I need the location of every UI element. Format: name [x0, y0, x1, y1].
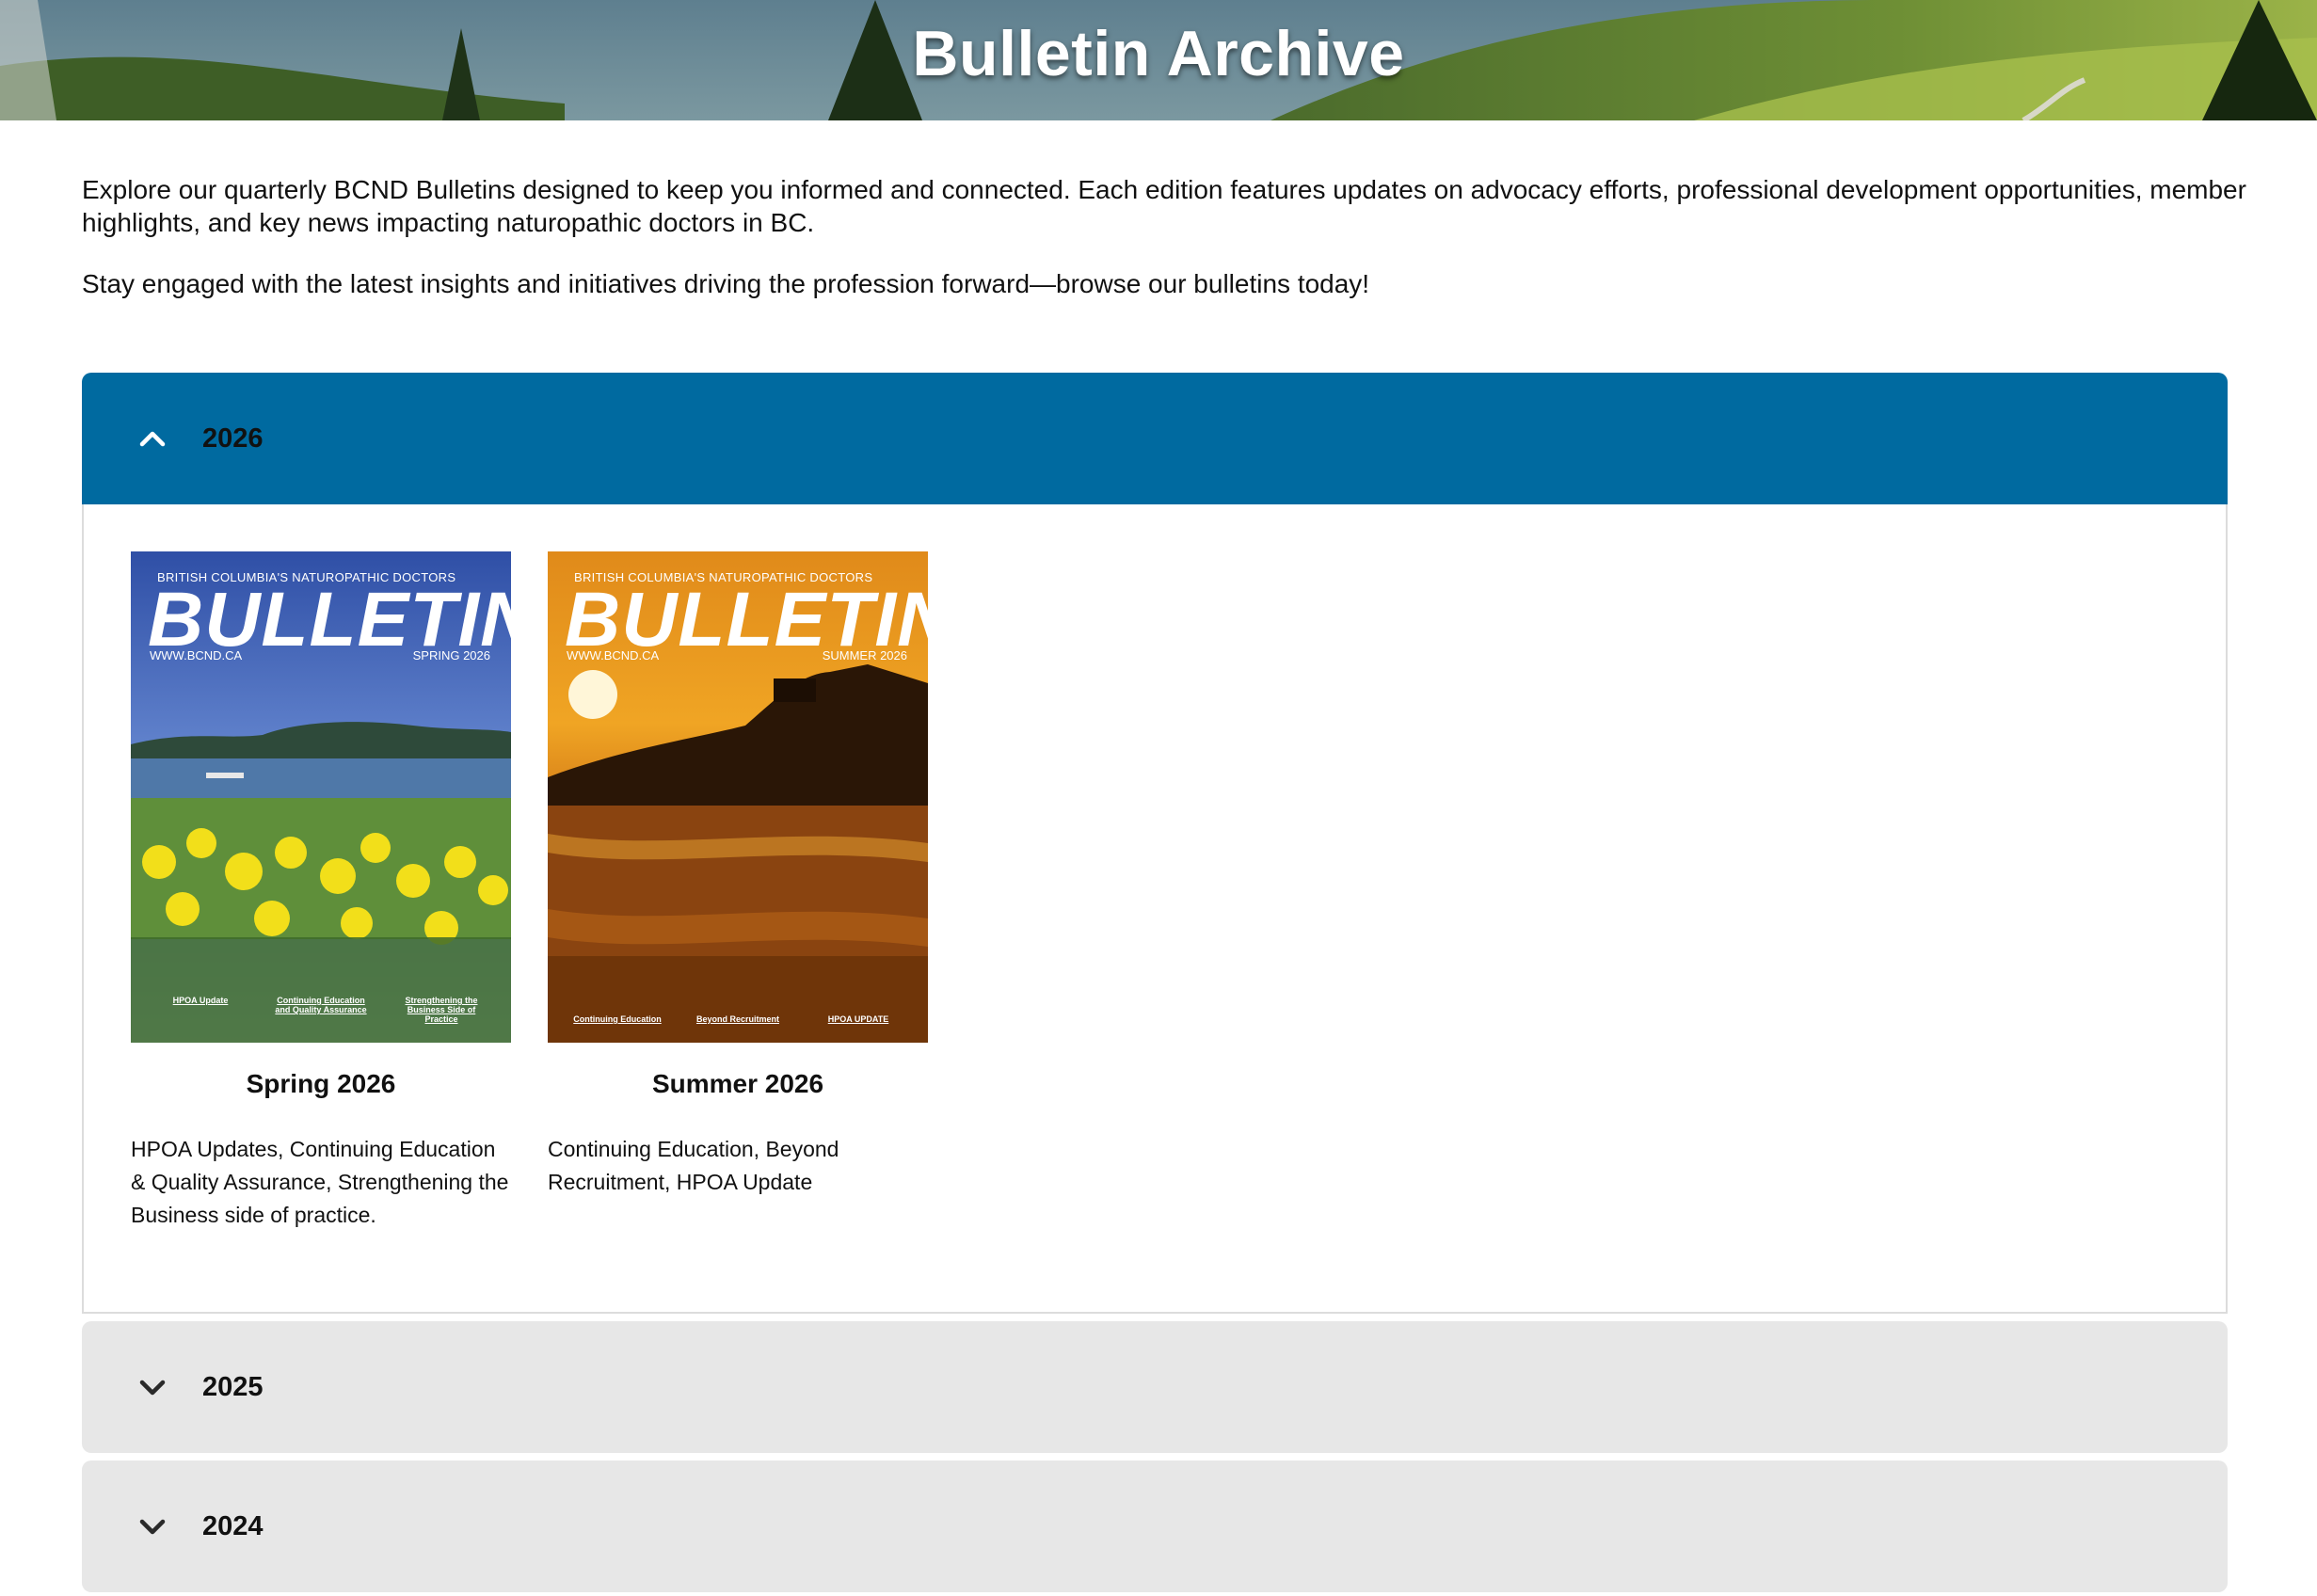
bulletin-title[interactable]: Spring 2026	[131, 1069, 511, 1099]
accordion-2024: 2024	[82, 1460, 2228, 1592]
accordion-year-label: 2024	[202, 1510, 264, 1541]
cover-url: WWW.BCND.CA	[567, 648, 660, 662]
cover-topics: Continuing Education Beyond Recruitment …	[557, 1014, 919, 1024]
cover-topic: Continuing Education	[573, 1014, 662, 1024]
page-title: Bulletin Archive	[912, 18, 1405, 89]
bulletin-cover-summer-2026[interactable]: BRITISH COLUMBIA'S NATUROPATHIC DOCTORS …	[548, 551, 928, 1043]
accordion-header-2025[interactable]: 2025	[82, 1321, 2228, 1453]
accordion-2025: 2025	[82, 1321, 2228, 1453]
bulletin-cover-spring-2026[interactable]: BRITISH COLUMBIA'S NATUROPATHIC DOCTORS …	[131, 551, 511, 1043]
chevron-down-icon	[125, 1368, 180, 1406]
accordion-header-2026[interactable]: 2026	[82, 373, 2228, 504]
cover-topic: HPOA Update	[172, 996, 229, 1005]
hero-banner: Bulletin Archive	[0, 0, 2317, 120]
cover-topic: Beyond Recruitment	[695, 1014, 779, 1024]
accordion-2026: 2026 BRITISH COLUMBIA'S NATUROPATHIC DOC…	[82, 373, 2228, 1314]
bulletin-description: HPOA Updates, Continuing Education & Qua…	[131, 1137, 509, 1227]
accordion-year-label: 2026	[202, 423, 264, 454]
cover-edition: SPRING 2026	[412, 648, 490, 662]
bulletin-description: Continuing Education, Beyond Recruitment…	[548, 1137, 839, 1194]
bulletin-card-summer-2026: BRITISH COLUMBIA'S NATUROPATHIC DOCTORS …	[548, 551, 928, 1199]
cover-url: WWW.BCND.CA	[150, 648, 243, 662]
cover-topic: Continuing Education and Quality Assuran…	[275, 996, 367, 1014]
accordion-header-2024[interactable]: 2024	[82, 1460, 2228, 1592]
cover-edition: SUMMER 2026	[822, 648, 907, 662]
accordion-panel-2026: BRITISH COLUMBIA'S NATUROPATHIC DOCTORS …	[82, 504, 2228, 1314]
chevron-up-icon	[125, 420, 180, 457]
chevron-down-icon	[125, 1508, 180, 1545]
cover-topics: HPOA Update Continuing Education and Qua…	[140, 996, 502, 1024]
cover-topic: HPOA UPDATE	[827, 1014, 889, 1024]
intro-paragraph: Stay engaged with the latest insights an…	[82, 269, 1370, 298]
cover-topic: Strengthening the Business Side of Pract…	[405, 996, 478, 1024]
intro-text: Explore our quarterly BCND Bulletins des…	[82, 173, 2246, 328]
accordion-year-label: 2025	[202, 1371, 264, 1402]
intro-paragraph: Explore our quarterly BCND Bulletins des…	[82, 175, 2246, 237]
bulletin-card-spring-2026: BRITISH COLUMBIA'S NATUROPATHIC DOCTORS …	[131, 551, 511, 1232]
bulletin-title[interactable]: Summer 2026	[548, 1069, 928, 1099]
